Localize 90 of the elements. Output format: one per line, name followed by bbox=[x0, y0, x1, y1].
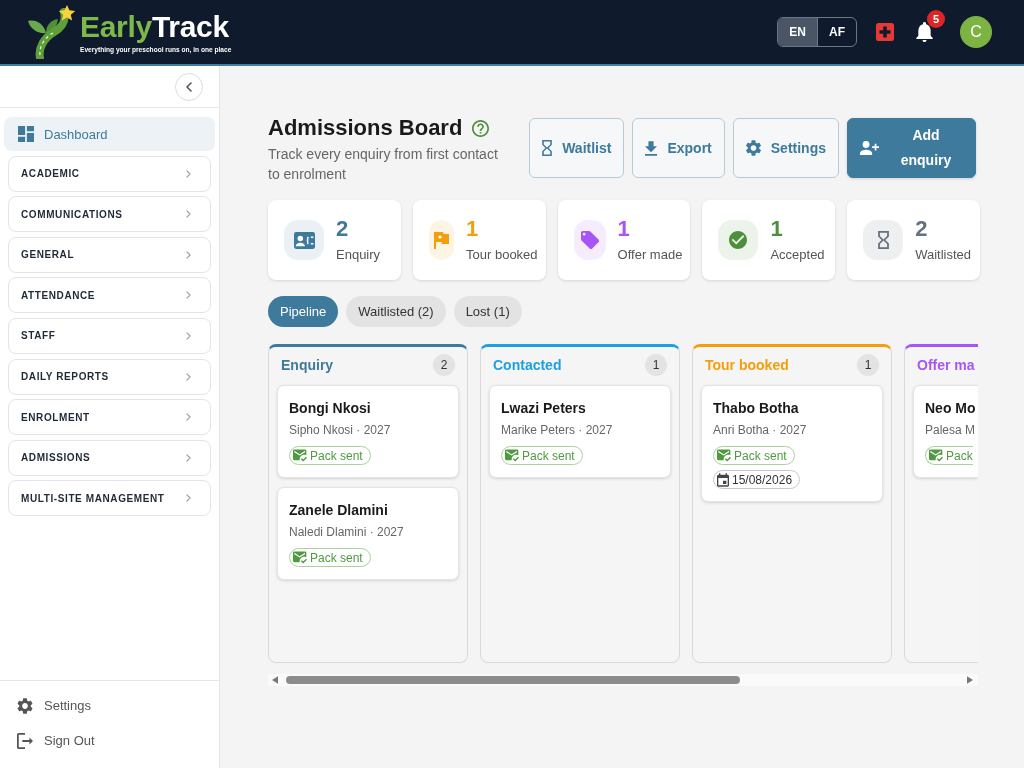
mail-check-icon bbox=[505, 449, 519, 462]
enquiry-details: Marike Peters · 2027 bbox=[501, 422, 614, 438]
column-title: Enquiry bbox=[281, 357, 334, 373]
stat-label: Enquiry bbox=[336, 246, 381, 264]
stat-value: 1 bbox=[466, 216, 480, 242]
page-title: Admissions Board bbox=[268, 116, 463, 140]
bell-icon[interactable] bbox=[916, 22, 933, 42]
hourglass-icon bbox=[542, 140, 553, 156]
stat-value: 1 bbox=[770, 216, 784, 242]
enquiry-details: Anri Botha · 2027 bbox=[713, 422, 808, 438]
flag-icon bbox=[428, 220, 455, 260]
enquiry-name: Bongi Nkosi bbox=[289, 399, 372, 417]
enquiry-card[interactable]: Bongi Nkosi Sipho Nkosi · 2027 Pack sent bbox=[277, 385, 459, 478]
enquiry-name: Lwazi Peters bbox=[501, 399, 587, 417]
status-text: Pack sent bbox=[734, 448, 787, 463]
collapse-sidebar-button[interactable] bbox=[175, 72, 203, 101]
hourglass-icon bbox=[863, 220, 904, 260]
count-badge: 2 bbox=[433, 354, 455, 376]
help-icon[interactable] bbox=[472, 119, 490, 137]
export-button[interactable]: Export bbox=[632, 118, 725, 178]
stat-label: Waitlisted bbox=[915, 246, 972, 264]
nav-group[interactable]: ADMISSIONS bbox=[8, 439, 211, 476]
enquiry-details: Sipho Nkosi · 2027 bbox=[289, 422, 392, 438]
notification-count: 5 bbox=[927, 10, 945, 28]
language-option[interactable]: EN bbox=[778, 18, 817, 46]
nav-group[interactable]: MULTI-SITE MANAGEMENT bbox=[8, 480, 211, 517]
language-option[interactable]: AF bbox=[817, 18, 856, 46]
gear-icon bbox=[17, 697, 33, 714]
chevron-left-icon bbox=[186, 81, 192, 92]
mail-check-icon bbox=[929, 449, 943, 462]
nav-group[interactable]: GENERAL bbox=[8, 236, 211, 273]
download-icon bbox=[645, 140, 658, 156]
gear-icon bbox=[745, 140, 761, 156]
waitlist-button[interactable]: Waitlist bbox=[529, 118, 625, 178]
add-enquiry-button[interactable]: Add enquiry bbox=[847, 118, 976, 178]
first-aid-icon[interactable] bbox=[876, 23, 894, 41]
status-text: Pack sent bbox=[310, 448, 363, 463]
scrollbar-thumb[interactable] bbox=[286, 676, 740, 684]
enquiry-name: Thabo Botha bbox=[713, 399, 800, 417]
enquiry-details: Naledi Dlamini · 2027 bbox=[289, 524, 405, 540]
mail-check-icon bbox=[717, 449, 731, 462]
stat-label: Accepted bbox=[770, 246, 825, 264]
page-subtitle: Track every enquiry from first contact to enrolment bbox=[268, 145, 499, 184]
enquiry-name: Neo Mo bbox=[925, 399, 977, 417]
dashboard-icon bbox=[18, 126, 34, 142]
filter-tab[interactable]: Waitlisted (2) bbox=[346, 296, 446, 327]
stat-value: 2 bbox=[915, 216, 929, 242]
tag-icon bbox=[573, 220, 606, 260]
nav-group[interactable]: ACADEMIC bbox=[8, 155, 211, 192]
enquiry-card[interactable]: Zanele Dlamini Naledi Dlamini · 2027 Pack sent bbox=[277, 487, 459, 580]
enquiry-card[interactable]: Thabo Botha Anri Botha · 2027 Pack sent 15/08/2026 bbox=[701, 385, 883, 502]
filter-tab[interactable]: Pipeline bbox=[268, 296, 339, 327]
sign-out-icon bbox=[17, 732, 33, 749]
stat-label: Offer made bbox=[617, 246, 683, 264]
count-badge: 1 bbox=[645, 354, 667, 376]
enquiry-details: Palesa M bbox=[925, 422, 977, 438]
stat-label: Tour booked bbox=[466, 246, 538, 264]
contact-card-icon bbox=[284, 220, 324, 260]
logo-icon bbox=[26, 5, 78, 59]
scroll-left-arrow-icon[interactable] bbox=[272, 676, 278, 684]
logo-text: EarlyTrack bbox=[80, 11, 230, 43]
nav-group[interactable]: COMMUNICATIONS bbox=[8, 196, 211, 233]
stat-value: 1 bbox=[617, 216, 631, 242]
nav-group[interactable]: STAFF bbox=[8, 317, 211, 354]
column-title: Contacted bbox=[493, 357, 562, 373]
enquiry-name: Zanele Dlamini bbox=[289, 501, 389, 519]
status-text: Pack bbox=[946, 448, 973, 463]
nav-group[interactable]: ATTENDANCE bbox=[8, 277, 211, 314]
nav-group[interactable]: ENROLMENT bbox=[8, 399, 211, 436]
status-text: Pack sent bbox=[522, 448, 575, 463]
column-title: Tour booked bbox=[705, 357, 789, 373]
enquiry-card[interactable]: Neo Mo Palesa M Pack bbox=[913, 385, 978, 478]
count-badge: 1 bbox=[857, 354, 879, 376]
stat-value: 2 bbox=[336, 216, 350, 242]
scroll-right-arrow-icon[interactable] bbox=[967, 676, 973, 684]
dashboard-link[interactable]: Dashboard bbox=[4, 117, 215, 151]
status-text: Pack sent bbox=[310, 550, 363, 565]
filter-tab[interactable]: Lost (1) bbox=[453, 296, 522, 327]
date-text: 15/08/2026 bbox=[732, 472, 793, 487]
settings-button[interactable]: Settings bbox=[732, 118, 839, 178]
mail-check-icon bbox=[293, 449, 307, 462]
enquiry-card[interactable]: Lwazi Peters Marike Peters · 2027 Pack sent bbox=[489, 385, 671, 478]
sign-out-link[interactable]: Sign Out bbox=[0, 723, 103, 758]
calendar-icon bbox=[717, 472, 729, 487]
add-person-icon bbox=[860, 141, 879, 155]
nav-group[interactable]: DAILY REPORTS bbox=[8, 358, 211, 395]
horizontal-scrollbar[interactable] bbox=[268, 674, 978, 686]
column-title: Offer ma bbox=[917, 357, 975, 373]
mail-check-icon bbox=[293, 551, 307, 564]
settings-link[interactable]: Settings bbox=[0, 688, 99, 723]
